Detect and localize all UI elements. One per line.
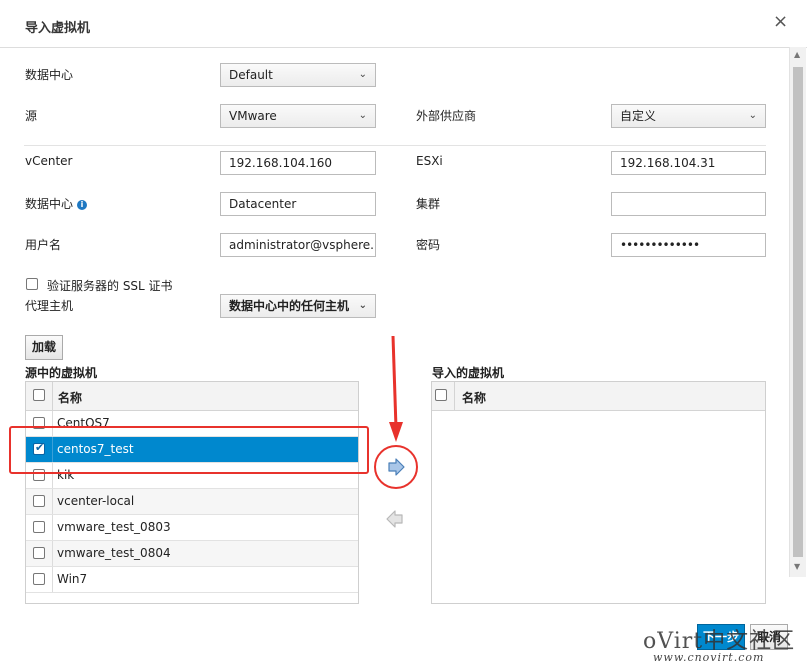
vcenter-datacenter-label-text: 数据中心	[25, 197, 74, 211]
datacenter-label: 数据中心	[25, 68, 74, 82]
close-icon[interactable]: ×	[773, 13, 788, 31]
imported-vms-grid: 名称	[431, 381, 766, 604]
proxy-host-label: 代理主机	[25, 299, 74, 313]
form-divider	[24, 145, 766, 146]
table-row[interactable]: vmware_test_0804	[26, 541, 358, 567]
imported-vms-header: 名称	[432, 382, 765, 411]
scroll-down-icon[interactable]: ▼	[794, 562, 800, 571]
highlight-box	[9, 426, 369, 474]
watermark-url: www.cnovirt.com	[653, 651, 765, 664]
ssl-verify-checkbox[interactable]	[26, 278, 38, 290]
source-label: 源	[25, 109, 38, 123]
vm-name: vcenter-local	[57, 494, 135, 508]
chevron-down-icon: ⌄	[358, 69, 367, 80]
password-label: 密码	[416, 238, 441, 252]
vm-name: vmware_test_0804	[57, 546, 171, 560]
cluster-input[interactable]	[611, 192, 766, 216]
cluster-label: 集群	[416, 197, 441, 211]
table-row[interactable]: vcenter-local	[26, 489, 358, 515]
provider-select[interactable]: 自定义 ⌄	[611, 104, 766, 128]
proxy-host-select-value: 数据中心中的任何主机	[229, 299, 350, 313]
row-checkbox[interactable]	[33, 573, 45, 585]
provider-select-value: 自定义	[620, 109, 657, 123]
password-input[interactable]: •••••••••••••	[611, 233, 766, 257]
dialog-header: 导入虚拟机 ×	[0, 0, 807, 48]
esxi-input[interactable]: 192.168.104.31	[611, 151, 766, 175]
import-vm-dialog: 导入虚拟机 × ▲ ▼ 数据中心 Default ⌄ 源 VMware ⌄ 外部…	[0, 0, 807, 670]
chevron-down-icon: ⌄	[748, 110, 757, 121]
scroll-up-icon[interactable]: ▲	[794, 50, 800, 59]
datacenter-select-value: Default	[229, 68, 273, 82]
dialog-title: 导入虚拟机	[25, 21, 91, 36]
imported-vms-title: 导入的虚拟机	[432, 366, 505, 380]
source-select-all-checkbox[interactable]	[33, 389, 45, 401]
highlight-circle	[374, 445, 418, 489]
source-vms-title: 源中的虚拟机	[25, 366, 98, 380]
chevron-down-icon: ⌄	[358, 300, 367, 311]
chevron-down-icon: ⌄	[358, 110, 367, 121]
vcenter-input[interactable]: 192.168.104.160	[220, 151, 376, 175]
proxy-host-select[interactable]: 数据中心中的任何主机 ⌄	[220, 294, 376, 318]
vm-name: Win7	[57, 572, 88, 586]
source-select-value: VMware	[229, 109, 277, 123]
imported-select-all-checkbox[interactable]	[435, 389, 447, 401]
source-vms-header: 名称	[26, 382, 358, 411]
vcenter-datacenter-label: 数据中心 i	[25, 195, 88, 212]
table-row[interactable]: Win7	[26, 567, 358, 593]
move-left-arrow-icon[interactable]	[385, 509, 405, 529]
vm-name: vmware_test_0803	[57, 520, 171, 534]
row-checkbox[interactable]	[33, 495, 45, 507]
datacenter-select[interactable]: Default ⌄	[220, 63, 376, 87]
table-row[interactable]: vmware_test_0803	[26, 515, 358, 541]
username-label: 用户名	[25, 238, 62, 252]
esxi-label: ESXi	[416, 154, 443, 168]
row-checkbox[interactable]	[33, 547, 45, 559]
red-arrow-annotation	[389, 336, 403, 442]
scrollbar-thumb[interactable]	[793, 67, 803, 557]
username-input[interactable]: administrator@vsphere.lc	[220, 233, 376, 257]
ssl-verify-label: 验证服务器的 SSL 证书	[47, 279, 173, 293]
vcenter-label: vCenter	[25, 154, 73, 168]
source-name-column-header[interactable]: 名称	[58, 389, 82, 406]
source-select[interactable]: VMware ⌄	[220, 104, 376, 128]
info-icon[interactable]: i	[77, 200, 88, 210]
imported-name-column-header[interactable]: 名称	[462, 389, 486, 406]
load-button[interactable]: 加载	[25, 335, 63, 360]
vcenter-datacenter-input[interactable]: Datacenter	[220, 192, 376, 216]
source-vms-grid: 名称 CentOS7centos7_testkikvcenter-localvm…	[25, 381, 359, 604]
row-checkbox[interactable]	[33, 521, 45, 533]
vertical-scrollbar[interactable]: ▲ ▼	[789, 47, 806, 577]
provider-label: 外部供应商	[416, 109, 477, 123]
